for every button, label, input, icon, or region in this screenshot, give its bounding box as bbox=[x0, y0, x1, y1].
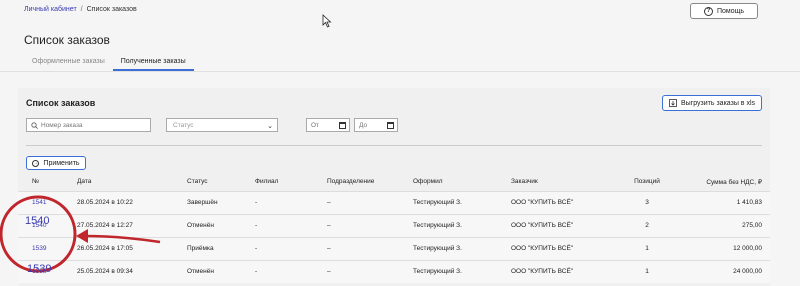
order-customer: ООО "КУПИТЬ ВСЁ" bbox=[507, 213, 617, 237]
order-number-link[interactable]: 1538 bbox=[32, 268, 46, 275]
order-department: – bbox=[323, 236, 409, 260]
date-from-field[interactable] bbox=[306, 118, 350, 132]
date-from-input[interactable] bbox=[311, 121, 335, 129]
order-number-input[interactable] bbox=[41, 121, 131, 129]
col-date: Дата bbox=[77, 178, 92, 186]
order-status: Отменён bbox=[183, 259, 251, 283]
table-row[interactable]: 1540 27.05.2024 в 12:27 Отменён - – Тест… bbox=[18, 213, 770, 237]
order-department: – bbox=[323, 259, 409, 283]
order-number-link[interactable]: 1539 bbox=[32, 245, 46, 252]
breadcrumb-separator: / bbox=[80, 6, 83, 13]
order-positions: 1 bbox=[617, 236, 677, 260]
order-sum: 12 000,00 bbox=[677, 236, 770, 260]
download-icon bbox=[669, 99, 677, 107]
table-row[interactable]: 1538 25.05.2024 в 09:34 Отменён - – Тест… bbox=[18, 259, 770, 283]
order-positions: 2 bbox=[617, 213, 677, 237]
order-date: 28.05.2024 в 10:22 bbox=[73, 190, 183, 214]
breadcrumb-home-link[interactable]: Личный кабинет bbox=[24, 6, 77, 13]
page-title: Список заказов bbox=[24, 33, 110, 47]
order-customer: ООО "КУПИТЬ ВСЁ" bbox=[507, 259, 617, 283]
col-number: № bbox=[32, 178, 39, 186]
date-to-input[interactable] bbox=[359, 121, 383, 129]
calendar-icon[interactable] bbox=[387, 122, 394, 129]
order-number-link[interactable]: 1541 bbox=[32, 199, 46, 206]
help-button-label: Помощь bbox=[716, 7, 745, 15]
col-positions: Позиций bbox=[634, 178, 660, 186]
order-created-by: Тестирующий З. bbox=[409, 190, 507, 214]
order-created-by: Тестирующий З. bbox=[409, 236, 507, 260]
order-status: Отменён bbox=[183, 213, 251, 237]
tab-received-orders[interactable]: Полученные заказы bbox=[112, 55, 194, 71]
status-placeholder: Статус bbox=[173, 121, 194, 129]
order-branch: - bbox=[251, 190, 323, 214]
tab-placed-orders[interactable]: Оформленные заказы bbox=[24, 55, 113, 71]
order-date: 26.05.2024 в 17:05 bbox=[73, 236, 183, 260]
col-status: Статус bbox=[187, 178, 208, 186]
order-positions: 1 bbox=[617, 259, 677, 283]
col-branch: Филиал bbox=[255, 178, 279, 186]
orders-panel: Список заказов Выгрузить заказы в xls Ст… bbox=[18, 88, 770, 286]
table-row[interactable]: 1539 26.05.2024 в 17:05 Приёмка - – Тест… bbox=[18, 236, 770, 260]
col-customer: Заказчик bbox=[511, 178, 538, 186]
table-header-row: № Дата Статус Филиал Подразделение Оформ… bbox=[18, 173, 770, 191]
export-xls-button[interactable]: Выгрузить заказы в xls bbox=[662, 95, 762, 111]
chevron-down-icon: ⌄ bbox=[267, 123, 273, 130]
date-to-field[interactable] bbox=[354, 118, 398, 132]
order-number-search[interactable] bbox=[26, 118, 151, 132]
search-icon bbox=[31, 121, 38, 129]
tabs-divider bbox=[0, 71, 800, 72]
order-sum: 24 000,00 bbox=[677, 259, 770, 283]
order-sum: 1 410,83 bbox=[677, 190, 770, 214]
order-created-by: Тестирующий З. bbox=[409, 259, 507, 283]
arrow-right-icon: → bbox=[32, 159, 40, 167]
breadcrumb: Личный кабинет / Список заказов bbox=[24, 6, 137, 13]
order-customer: ООО "КУПИТЬ ВСЁ" bbox=[507, 190, 617, 214]
order-created-by: Тестирующий З. bbox=[409, 213, 507, 237]
top-bar: Личный кабинет / Список заказов ? Помощь С… bbox=[0, 0, 800, 71]
help-button[interactable]: ? Помощь bbox=[690, 3, 758, 19]
order-number-link[interactable]: 1540 bbox=[32, 222, 46, 229]
col-created-by: Оформил bbox=[413, 178, 443, 186]
order-date: 25.05.2024 в 09:34 bbox=[73, 259, 183, 283]
tabs: Оформленные заказы Полученные заказы bbox=[24, 55, 194, 71]
mouse-cursor-icon bbox=[322, 14, 332, 28]
export-xls-label: Выгрузить заказы в xls bbox=[680, 99, 756, 107]
breadcrumb-current: Список заказов bbox=[86, 6, 137, 13]
filter-divider bbox=[26, 145, 762, 146]
order-branch: - bbox=[251, 213, 323, 237]
panel-title: Список заказов bbox=[26, 98, 96, 108]
orders-table: № Дата Статус Филиал Подразделение Оформ… bbox=[18, 173, 770, 283]
order-status: Завершён bbox=[183, 190, 251, 214]
order-customer: ООО "КУПИТЬ ВСЁ" bbox=[507, 236, 617, 260]
col-department: Подразделение bbox=[327, 178, 375, 186]
help-icon: ? bbox=[703, 6, 713, 16]
order-positions: 3 bbox=[617, 190, 677, 214]
table-row[interactable]: 1541 28.05.2024 в 10:22 Завершён - – Тес… bbox=[18, 190, 770, 214]
order-status: Приёмка bbox=[183, 236, 251, 260]
order-department: – bbox=[323, 213, 409, 237]
apply-button[interactable]: → Применить bbox=[26, 156, 86, 170]
order-date: 27.05.2024 в 12:27 bbox=[73, 213, 183, 237]
apply-label: Применить bbox=[43, 159, 80, 167]
order-branch: - bbox=[251, 259, 323, 283]
order-sum: 275,00 bbox=[677, 213, 770, 237]
status-select[interactable]: Статус ⌄ bbox=[166, 118, 278, 132]
order-department: – bbox=[323, 190, 409, 214]
order-branch: - bbox=[251, 236, 323, 260]
calendar-icon[interactable] bbox=[339, 122, 346, 129]
col-sum: Сумма без НДС, ₽ bbox=[706, 178, 762, 186]
